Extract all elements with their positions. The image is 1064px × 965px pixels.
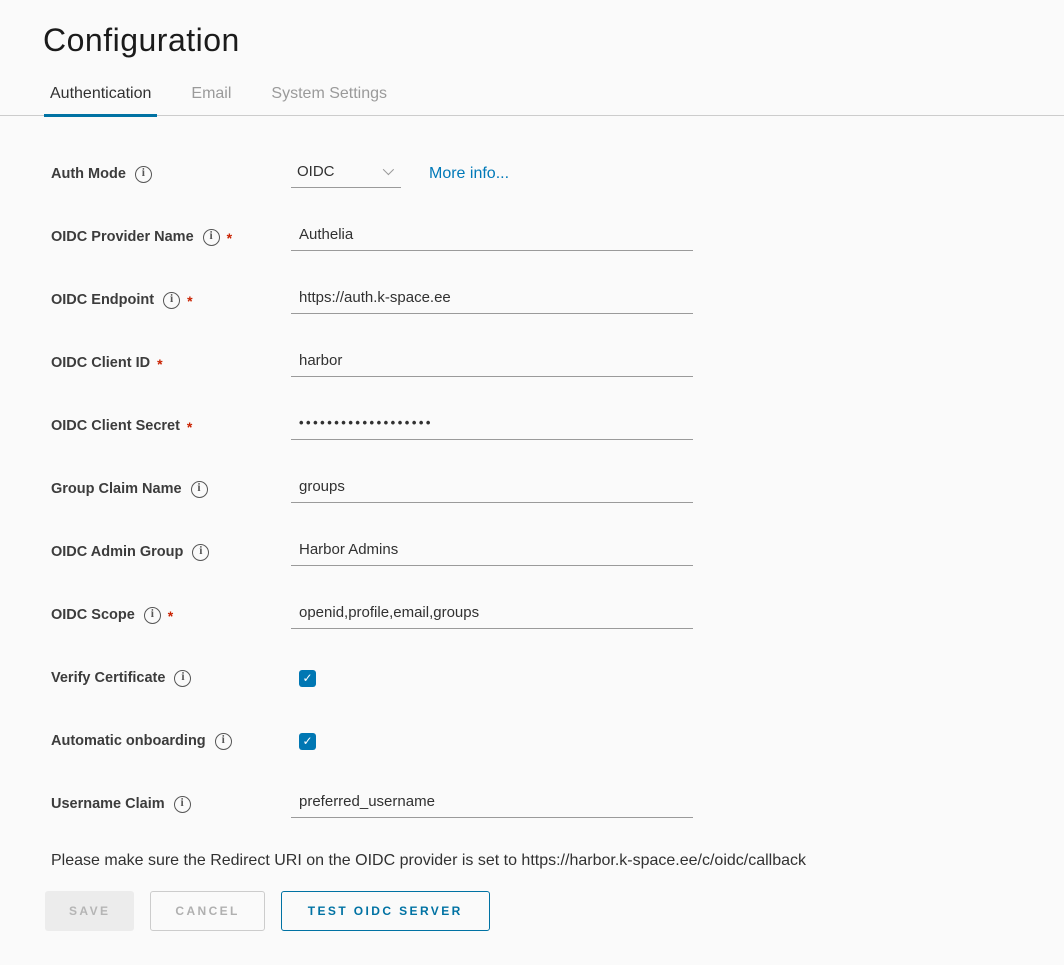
tab-email[interactable]: Email (185, 85, 237, 115)
automatic-onboarding-checkbox[interactable] (299, 733, 316, 750)
save-button[interactable]: SAVE (45, 891, 134, 931)
form-row-verify-certificate: Verify Certificate (51, 658, 1064, 698)
field-control (291, 350, 693, 377)
field-label: Automatic onboarding (51, 733, 291, 750)
field-control: OIDC More info... (291, 161, 509, 188)
oidc-client-id-input[interactable] (291, 350, 693, 377)
required-asterisk: * (227, 230, 232, 246)
oidc-endpoint-input[interactable] (291, 287, 693, 314)
tabs: Authentication Email System Settings (0, 85, 1064, 116)
field-control (291, 224, 693, 251)
verify-certificate-checkbox[interactable] (299, 670, 316, 687)
auth-settings-form: Auth Mode OIDC More info... OIDC Provider N… (0, 116, 1064, 824)
field-label: OIDC Client ID * (51, 354, 291, 372)
info-circle-icon[interactable] (174, 796, 191, 813)
info-circle-icon[interactable] (191, 481, 208, 498)
field-label: OIDC Admin Group (51, 544, 291, 561)
info-circle-icon[interactable] (192, 544, 209, 561)
field-label-text: Group Claim Name (51, 481, 182, 497)
form-row-oidc-endpoint: OIDC Endpoint * (51, 280, 1064, 320)
action-buttons: SAVE CANCEL TEST OIDC SERVER (45, 891, 1064, 931)
field-control (291, 791, 693, 818)
field-label-text: Username Claim (51, 796, 165, 812)
form-row-oidc-admin-group: OIDC Admin Group (51, 532, 1064, 572)
field-label: OIDC Scope * (51, 606, 291, 624)
form-row-oidc-scope: OIDC Scope * (51, 595, 1064, 635)
field-label-text: OIDC Client ID (51, 355, 150, 371)
username-claim-input[interactable] (291, 791, 693, 818)
cancel-button[interactable]: CANCEL (150, 891, 264, 931)
form-row-auth-mode: Auth Mode OIDC More info... (51, 154, 1064, 194)
info-circle-icon[interactable] (174, 670, 191, 687)
field-label: OIDC Client Secret * (51, 417, 291, 435)
field-label: OIDC Endpoint * (51, 291, 291, 309)
field-label: Verify Certificate (51, 670, 291, 687)
info-circle-icon[interactable] (215, 733, 232, 750)
form-row-oidc-client-secret: OIDC Client Secret * (51, 406, 1064, 446)
field-label-text: OIDC Provider Name (51, 229, 194, 245)
required-asterisk: * (157, 356, 162, 372)
field-control (291, 733, 316, 750)
field-control (291, 413, 693, 440)
field-label-text: OIDC Scope (51, 607, 135, 623)
field-control (291, 287, 693, 314)
oidc-scope-input[interactable] (291, 602, 693, 629)
page-title: Configuration (43, 22, 1064, 59)
test-oidc-server-button[interactable]: TEST OIDC SERVER (281, 891, 490, 931)
field-label-text: Automatic onboarding (51, 733, 206, 749)
field-label-text: Auth Mode (51, 166, 126, 182)
field-label-text: OIDC Client Secret (51, 418, 180, 434)
info-circle-icon[interactable] (163, 292, 180, 309)
field-control (291, 602, 693, 629)
field-label-text: OIDC Endpoint (51, 292, 154, 308)
group-claim-name-input[interactable] (291, 476, 693, 503)
form-row-group-claim-name: Group Claim Name (51, 469, 1064, 509)
form-row-automatic-onboarding: Automatic onboarding (51, 721, 1064, 761)
form-row-username-claim: Username Claim (51, 784, 1064, 824)
form-row-oidc-client-id: OIDC Client ID * (51, 343, 1064, 383)
field-label: Username Claim (51, 796, 291, 813)
required-asterisk: * (168, 608, 173, 624)
field-control (291, 539, 693, 566)
info-circle-icon[interactable] (135, 166, 152, 183)
form-row-oidc-provider-name: OIDC Provider Name * (51, 217, 1064, 257)
oidc-provider-name-input[interactable] (291, 224, 693, 251)
configuration-page: Configuration Authentication Email System … (0, 0, 1064, 931)
field-control (291, 670, 316, 687)
field-label-text: Verify Certificate (51, 670, 165, 686)
redirect-uri-notice: Please make sure the Redirect URI on the… (51, 852, 1064, 870)
select-value: OIDC (297, 163, 335, 180)
field-label-text: OIDC Admin Group (51, 544, 183, 560)
info-circle-icon[interactable] (144, 607, 161, 624)
more-info-link[interactable]: More info... (429, 165, 509, 183)
info-circle-icon[interactable] (203, 229, 220, 246)
field-label: Group Claim Name (51, 481, 291, 498)
field-control (291, 476, 693, 503)
tab-authentication[interactable]: Authentication (44, 85, 157, 117)
auth-mode-select[interactable]: OIDC (291, 161, 401, 188)
field-label: Auth Mode (51, 166, 291, 183)
required-asterisk: * (187, 419, 192, 435)
field-label: OIDC Provider Name * (51, 228, 291, 246)
oidc-client-secret-input[interactable] (291, 413, 693, 440)
required-asterisk: * (187, 293, 192, 309)
chevron-down-icon (383, 164, 394, 175)
oidc-admin-group-input[interactable] (291, 539, 693, 566)
tab-system-settings[interactable]: System Settings (265, 85, 393, 115)
